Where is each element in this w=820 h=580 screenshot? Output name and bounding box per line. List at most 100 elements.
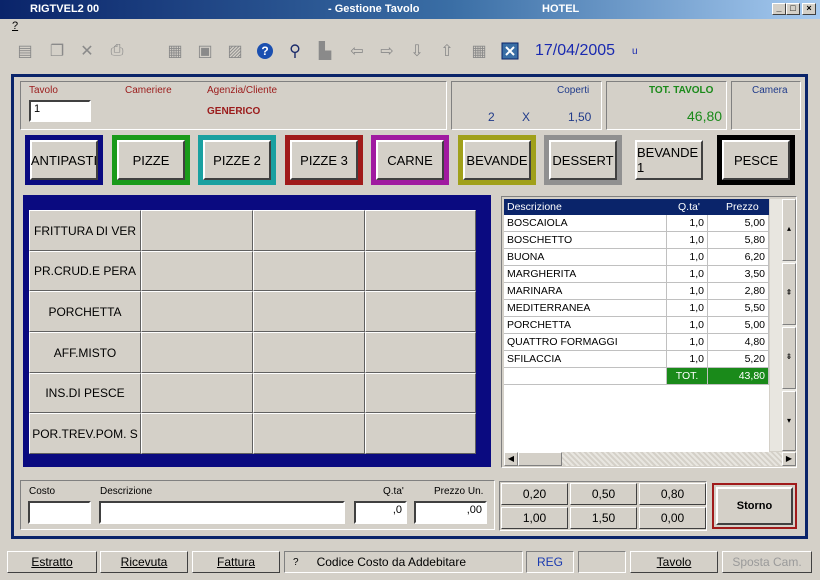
- empty-item-button[interactable]: [253, 251, 365, 291]
- qta-input[interactable]: ,0: [354, 501, 407, 524]
- quick-price-button[interactable]: 0,20: [501, 483, 568, 505]
- empty-item-button[interactable]: [141, 413, 253, 454]
- category-bevande1[interactable]: BEVANDE 1: [630, 135, 708, 185]
- quick-price-button[interactable]: 0,50: [570, 483, 637, 505]
- scroll-page-up-icon[interactable]: ⇞: [782, 263, 796, 325]
- calculator-icon[interactable]: ▦: [468, 40, 490, 62]
- item-button[interactable]: AFF.MISTO: [29, 332, 141, 373]
- item-button[interactable]: POR.TREV.POM. S: [29, 413, 141, 454]
- category-bevande1-button[interactable]: BEVANDE 1: [635, 140, 703, 180]
- prezzo-input[interactable]: ,00: [414, 501, 487, 524]
- item-button[interactable]: FRITTURA DI VER: [29, 210, 141, 251]
- copy-icon[interactable]: ❐: [46, 40, 68, 62]
- category-pizze-button[interactable]: PIZZE: [117, 140, 185, 180]
- fattura-button[interactable]: Fattura: [192, 551, 280, 573]
- empty-item-button[interactable]: [253, 413, 365, 454]
- empty-item-button[interactable]: [253, 373, 365, 413]
- empty-item-button[interactable]: [253, 291, 365, 332]
- estratto-button[interactable]: Estratto: [7, 551, 97, 573]
- arrow-right-icon[interactable]: ⇨: [376, 40, 398, 62]
- scroll-down-icon[interactable]: ▾: [782, 391, 796, 451]
- order-table-body: BOSCAIOLA 1,0 5,00 BOSCHETTO 1,0 5,80 BUONA 1…: [504, 215, 769, 461]
- storno-button[interactable]: Storno: [716, 487, 793, 525]
- empty-item-button[interactable]: [365, 332, 476, 373]
- empty-item-button[interactable]: [365, 373, 476, 413]
- item-button[interactable]: INS.DI PESCE: [29, 373, 141, 413]
- horizontal-scrollbar[interactable]: ◀ ▶: [504, 452, 796, 466]
- category-pizze3[interactable]: PIZZE 3: [285, 135, 363, 185]
- category-antipasti[interactable]: ANTIPASTI: [25, 135, 103, 185]
- ricevuta-button[interactable]: Ricevuta: [100, 551, 188, 573]
- help-icon[interactable]: ?: [254, 40, 276, 62]
- scroll-thumb[interactable]: [518, 452, 562, 466]
- empty-item-button[interactable]: [365, 251, 476, 291]
- scroll-left-icon[interactable]: ◀: [504, 452, 518, 466]
- col-descrizione: Descrizione: [507, 201, 562, 213]
- prezzo-un-label: Prezzo Un.: [434, 486, 484, 497]
- print-icon[interactable]: ⎙: [106, 40, 128, 62]
- empty-item-button[interactable]: [365, 413, 476, 454]
- empty-item-button[interactable]: [365, 210, 476, 251]
- category-bevande[interactable]: BEVANDE: [458, 135, 536, 185]
- arrow-left-icon[interactable]: ⇦: [346, 40, 368, 62]
- descrizione-input[interactable]: [99, 501, 345, 524]
- coperti-count: 2: [488, 110, 495, 124]
- category-bevande-button[interactable]: BEVANDE: [463, 140, 531, 180]
- costo-input[interactable]: [28, 501, 91, 524]
- scroll-up-icon[interactable]: ▴: [782, 199, 796, 261]
- item-button[interactable]: PORCHETTA: [29, 291, 141, 332]
- empty-item-button[interactable]: [141, 251, 253, 291]
- category-antipasti-button[interactable]: ANTIPASTI: [30, 140, 98, 180]
- quick-price-button[interactable]: 1,50: [570, 507, 637, 529]
- scroll-right-icon[interactable]: ▶: [782, 452, 796, 466]
- storno-frame: Storno: [712, 483, 797, 529]
- empty-item-button[interactable]: [141, 210, 253, 251]
- arrow-up-icon[interactable]: ⇧: [436, 40, 458, 62]
- lock-icon[interactable]: ▙: [314, 40, 336, 62]
- empty-item-button[interactable]: [253, 210, 365, 251]
- empty-item-button[interactable]: [365, 291, 476, 332]
- category-dessert[interactable]: DESSERT: [544, 135, 622, 185]
- category-pizze2[interactable]: PIZZE 2: [198, 135, 276, 185]
- tavolo-button[interactable]: Tavolo: [630, 551, 718, 573]
- category-pizze[interactable]: PIZZE: [112, 135, 190, 185]
- vertical-scrollbar[interactable]: ▴ ⇞ ⇟ ▾: [770, 199, 796, 451]
- tot-tavolo-label: TOT. TAVOLO: [649, 85, 714, 96]
- close-button[interactable]: ×: [802, 3, 816, 15]
- toolbar-u-label: u: [632, 46, 638, 57]
- svg-text:?: ?: [261, 44, 268, 58]
- category-carne-button[interactable]: CARNE: [376, 140, 444, 180]
- table-info-panel: Tavolo Cameriere Agenzia/Cliente 1 GENER…: [20, 81, 447, 130]
- items-grid-cells: FRITTURA DI VER PR.CRUD.E PERA PORCHETTA…: [29, 210, 476, 454]
- category-pizze3-button[interactable]: PIZZE 3: [290, 140, 358, 180]
- quick-price-button[interactable]: 0,00: [639, 507, 706, 529]
- category-pesce-button[interactable]: PESCE: [722, 140, 790, 180]
- coperti-label: Coperti: [557, 85, 590, 96]
- empty-item-button[interactable]: [253, 332, 365, 373]
- minimize-button[interactable]: _: [772, 3, 786, 15]
- list-icon[interactable]: ▤: [14, 40, 36, 62]
- item-button[interactable]: PR.CRUD.E PERA: [29, 251, 141, 291]
- category-carne[interactable]: CARNE: [371, 135, 449, 185]
- empty-item-button[interactable]: [141, 291, 253, 332]
- tot-tavolo-value: 46,80: [687, 108, 723, 124]
- close-square-icon[interactable]: [499, 40, 521, 62]
- scroll-page-down-icon[interactable]: ⇟: [782, 327, 796, 389]
- category-dessert-button[interactable]: DESSERT: [549, 140, 617, 180]
- category-pesce[interactable]: PESCE: [717, 135, 795, 185]
- empty-item-button[interactable]: [141, 332, 253, 373]
- quick-price-button[interactable]: 1,00: [501, 507, 568, 529]
- image-icon[interactable]: ▨: [224, 40, 246, 62]
- grid-icon[interactable]: ▦: [164, 40, 186, 62]
- category-pizze2-button[interactable]: PIZZE 2: [203, 140, 271, 180]
- empty-item-button[interactable]: [141, 373, 253, 413]
- status-empty-panel: [578, 551, 626, 573]
- binoculars-icon[interactable]: ⚲: [284, 40, 306, 62]
- document-icon[interactable]: ▣: [194, 40, 216, 62]
- delete-icon[interactable]: ✕: [76, 40, 98, 62]
- menu-help[interactable]: ?: [12, 20, 18, 32]
- arrow-down-icon[interactable]: ⇩: [406, 40, 428, 62]
- quick-price-button[interactable]: 0,80: [639, 483, 706, 505]
- tavolo-input[interactable]: 1: [29, 100, 91, 122]
- maximize-button[interactable]: □: [786, 3, 800, 15]
